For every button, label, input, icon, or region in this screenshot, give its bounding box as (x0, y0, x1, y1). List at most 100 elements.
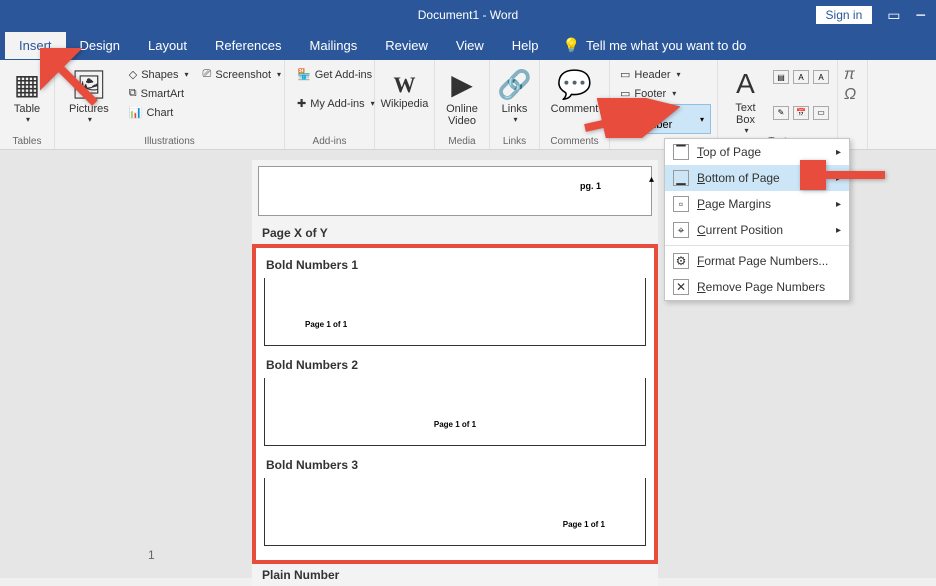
scroll-up-icon[interactable]: ▴ (649, 174, 654, 185)
footer-icon: ▭ (620, 87, 630, 100)
wikipedia-icon: W (394, 72, 416, 98)
pictures-button[interactable]: 🖼 Pictures ▾ (61, 64, 117, 128)
position-icon: ⌖ (673, 222, 689, 238)
online-video-button[interactable]: ▶ Online Video (441, 64, 483, 131)
gallery-item-bold2: Bold Numbers 2 (262, 354, 648, 378)
symbol-button[interactable]: Ω (844, 86, 861, 104)
wikipedia-button[interactable]: W Wikipedia (381, 68, 428, 114)
gallery-preview-bold2[interactable]: Page 1 of 1 (264, 378, 646, 446)
page-number-display: 1 (148, 548, 155, 562)
menu-remove-page-numbers[interactable]: ✕ Remove Page Numbers (665, 274, 849, 300)
tab-insert[interactable]: Insert (5, 32, 66, 59)
group-addins: 🏪 Get Add-ins ✚ My Add-ins ▾ Add-ins (285, 60, 375, 149)
gallery-preview-pg[interactable]: pg. 1 (258, 166, 652, 216)
menu-separator (665, 245, 849, 246)
menu-format-page-numbers[interactable]: ⚙ Format Page Numbers... (665, 248, 849, 274)
tell-me-search[interactable]: 💡 Tell me what you want to do (563, 37, 747, 54)
group-wikipedia: W Wikipedia (375, 60, 435, 149)
page-number-gallery: pg. 1 ▴ Page X of Y Bold Numbers 1 Page … (252, 160, 658, 586)
text-box-icon: A (736, 68, 755, 100)
gallery-section-label: Page X of Y (252, 222, 658, 244)
group-tables: ▦ Table ▾ Tables (0, 60, 55, 149)
pictures-icon: 🖼 (71, 68, 107, 101)
group-illustrations: 🖼 Pictures ▾ ◇ Shapes ▾ ⧉ SmartArt 📊 Cha… (55, 60, 285, 149)
wordart-button[interactable]: A (793, 70, 809, 84)
table-button[interactable]: ▦ Table ▾ (6, 64, 48, 128)
gallery-preview-bold3[interactable]: Page 1 of 1 (264, 478, 646, 546)
drop-cap-button[interactable]: A (813, 70, 829, 84)
page-number-menu: ▔ Top of Page ▸ ▁ Bottom of Page ▸ ▫ Pag… (664, 138, 850, 301)
page-number-button[interactable]: # Page Number ▾ (616, 104, 711, 134)
menu-bottom-of-page[interactable]: ▁ Bottom of Page ▸ (665, 165, 849, 191)
bottom-page-icon: ▁ (673, 170, 689, 186)
menu-top-of-page[interactable]: ▔ Top of Page ▸ (665, 139, 849, 165)
group-symbols: π Ω (838, 60, 868, 149)
link-icon: 🔗 (497, 68, 532, 101)
screenshot-button[interactable]: ⎚ Screenshot ▾ (199, 66, 285, 83)
chevron-down-icon: ▾ (676, 70, 680, 79)
gallery-section-plain: Plain Number (252, 564, 658, 586)
top-page-icon: ▔ (673, 144, 689, 160)
header-icon: ▭ (620, 68, 630, 81)
get-addins-button[interactable]: 🏪 Get Add-ins (293, 66, 368, 83)
shapes-button[interactable]: ◇ Shapes ▾ (125, 66, 193, 83)
tab-mailings[interactable]: Mailings (296, 32, 372, 59)
video-icon: ▶ (451, 68, 473, 101)
comment-icon: 💬 (557, 68, 592, 101)
signature-button[interactable]: ✎ (773, 106, 789, 120)
page-number-icon: # (623, 113, 629, 125)
group-header-footer: ▭ Header ▾ ▭ Footer ▾ # Page Number ▾ (610, 60, 718, 149)
document-title: Document1 - Word (418, 8, 518, 22)
gallery-preview-bold1[interactable]: Page 1 of 1 (264, 278, 646, 346)
chevron-down-icon: ▾ (26, 115, 30, 124)
chevron-right-icon: ▸ (836, 199, 841, 210)
chevron-right-icon: ▸ (836, 225, 841, 236)
text-box-button[interactable]: A Text Box ▾ (724, 64, 767, 139)
chevron-down-icon: ▾ (88, 115, 92, 124)
header-button[interactable]: ▭ Header ▾ (616, 66, 711, 83)
comment-button[interactable]: 💬 Comment (546, 64, 603, 119)
tab-layout[interactable]: Layout (134, 32, 201, 59)
tab-review[interactable]: Review (371, 32, 442, 59)
annotation-red-box: Bold Numbers 1 Page 1 of 1 Bold Numbers … (252, 244, 658, 564)
my-addins-button[interactable]: ✚ My Add-ins ▾ (293, 95, 368, 112)
footer-button[interactable]: ▭ Footer ▾ (616, 85, 711, 102)
screenshot-icon: ⎚ (203, 68, 212, 81)
format-icon: ⚙ (673, 253, 689, 269)
tell-me-label: Tell me what you want to do (586, 38, 746, 53)
date-time-button[interactable]: 📅 (793, 106, 809, 120)
menu-page-margins[interactable]: ▫ Page Margins ▸ (665, 191, 849, 217)
links-button[interactable]: 🔗 Links ▾ (496, 64, 533, 128)
signin-button[interactable]: Sign in (816, 6, 873, 24)
group-links: 🔗 Links ▾ Links (490, 60, 540, 149)
tab-design[interactable]: Design (66, 32, 134, 59)
gallery-item-bold3: Bold Numbers 3 (262, 454, 648, 478)
chevron-down-icon: ▾ (185, 70, 189, 79)
smartart-button[interactable]: ⧉ SmartArt (125, 85, 193, 102)
tab-view[interactable]: View (442, 32, 498, 59)
object-button[interactable]: ▭ (813, 106, 829, 120)
group-comments: 💬 Comment Comments (540, 60, 610, 149)
quick-parts-button[interactable]: ▤ (773, 70, 789, 84)
chevron-down-icon: ▾ (672, 89, 676, 98)
chevron-right-icon: ▸ (836, 173, 841, 184)
chevron-right-icon: ▸ (836, 147, 841, 158)
store-icon: 🏪 (297, 68, 311, 81)
ribbon-display-icon[interactable]: ▭ (887, 7, 900, 24)
smartart-icon: ⧉ (129, 87, 137, 100)
table-icon: ▦ (14, 68, 40, 101)
chevron-down-icon: ▾ (513, 115, 517, 124)
shapes-icon: ◇ (129, 68, 137, 81)
menu-current-position[interactable]: ⌖ Current Position ▸ (665, 217, 849, 243)
ribbon-tabs: Insert Design Layout References Mailings… (0, 30, 936, 60)
chart-icon: 📊 (129, 106, 143, 119)
chevron-down-icon: ▾ (700, 115, 704, 124)
tab-help[interactable]: Help (498, 32, 553, 59)
chevron-down-icon: ▾ (277, 70, 281, 79)
group-media: ▶ Online Video Media (435, 60, 490, 149)
gallery-item-bold1: Bold Numbers 1 (262, 254, 648, 278)
minimize-icon[interactable]: − (915, 5, 926, 26)
equation-button[interactable]: π (844, 66, 861, 84)
tab-references[interactable]: References (201, 32, 295, 59)
chart-button[interactable]: 📊 Chart (125, 104, 193, 121)
